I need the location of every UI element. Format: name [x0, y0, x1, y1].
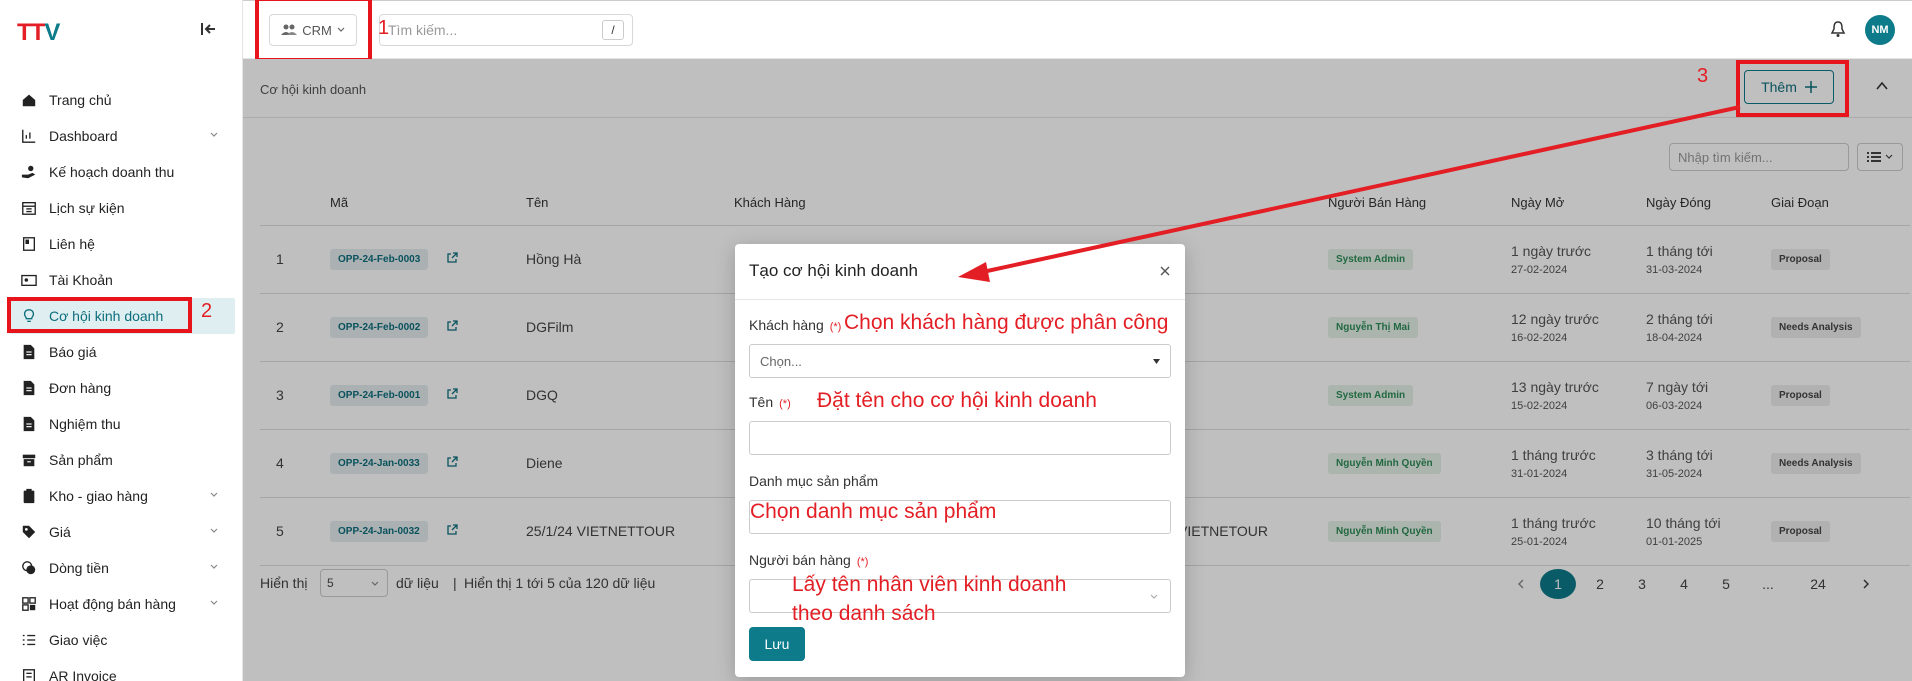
customer-label-text: Khách hàng	[749, 317, 824, 333]
customer-placeholder: Chọn...	[760, 353, 802, 369]
sidebar-item-9[interactable]: Nghiệm thu	[0, 406, 243, 442]
sidebar-item-label: Sản phẩm	[49, 452, 113, 468]
modal-divider	[735, 299, 1185, 300]
invoice-icon	[20, 667, 38, 681]
box-icon	[20, 451, 38, 469]
sidebar-item-label: Trang chủ	[49, 92, 112, 108]
customer-select[interactable]: Chọn...	[749, 344, 1171, 378]
sidebar-item-2[interactable]: Kế hoạch doanh thu	[0, 154, 243, 190]
chevron-down-icon	[210, 132, 218, 137]
sidebar-item-7[interactable]: Báo giá	[0, 334, 243, 370]
name-label-text: Tên	[749, 394, 774, 410]
logo-text-left: TT	[17, 19, 45, 46]
sidebar-item-label: Hoạt động bán hàng	[49, 596, 176, 612]
annotation-box-sidebar	[7, 297, 192, 333]
annotation-customer-note: Chọn khách hàng được phân công	[844, 311, 1169, 334]
global-search-input[interactable]: Tìm kiếm... /	[379, 14, 633, 46]
save-button[interactable]: Lưu	[749, 627, 805, 661]
chevron-down-icon	[210, 600, 218, 605]
required-mark: (*)	[779, 398, 791, 410]
annotation-box-add-button	[1736, 60, 1849, 117]
sidebar-item-1[interactable]: Dashboard	[0, 118, 243, 154]
annotation-seller-note-1: Lấy tên nhân viên kinh doanh	[792, 573, 1067, 596]
sidebar-item-12[interactable]: Giá	[0, 514, 243, 550]
annotation-number-3: 3	[1697, 65, 1709, 87]
task-list-icon	[20, 631, 38, 649]
logo[interactable]: TTV	[17, 19, 60, 47]
customer-label: Khách hàng (*)	[749, 317, 841, 333]
sidebar-item-label: AR Invoice	[49, 668, 117, 681]
annotation-number-2: 2	[201, 300, 213, 322]
contact-book-icon	[20, 235, 38, 253]
chevron-down-icon	[210, 528, 218, 533]
annotation-name-note: Đặt tên cho cơ hội kinh doanh	[817, 389, 1097, 412]
name-input[interactable]	[749, 421, 1171, 455]
close-icon[interactable]	[1158, 264, 1172, 278]
search-placeholder: Tìm kiếm...	[388, 22, 458, 38]
sidebar-item-label: Liên hệ	[49, 236, 95, 252]
document-icon	[20, 379, 38, 397]
annotation-seller-note-2: theo danh sách	[792, 602, 936, 625]
name-label: Tên (*)	[749, 394, 791, 410]
sidebar-item-8[interactable]: Đơn hàng	[0, 370, 243, 406]
sidebar-item-label: Báo giá	[49, 344, 97, 360]
home-icon	[20, 91, 38, 109]
annotation-category-note: Chọn danh mục sản phẩm	[750, 500, 997, 523]
sidebar-item-label: Kế hoạch doanh thu	[49, 164, 175, 180]
sidebar-item-15[interactable]: Giao việc	[0, 622, 243, 658]
chart-icon	[20, 127, 38, 145]
logo-text-right: V	[44, 19, 60, 46]
sidebar-nav: Trang chủ Dashboard Kế hoạch doanh thu Lịch…	[0, 82, 243, 681]
seller-label-text: Người bán hàng	[749, 552, 851, 568]
sidebar-item-16[interactable]: AR Invoice	[0, 658, 243, 681]
bell-icon[interactable]	[1830, 20, 1846, 38]
sidebar-item-label: Lịch sự kiện	[49, 200, 125, 216]
user-avatar[interactable]: NM	[1865, 15, 1895, 45]
modal-title: Tạo cơ hội kinh doanh	[749, 261, 918, 280]
collapse-sidebar-icon[interactable]	[199, 20, 217, 38]
topbar: CRM Tìm kiếm... / NM	[243, 0, 1912, 59]
id-card-icon	[20, 271, 38, 289]
sidebar-item-label: Kho - giao hàng	[49, 488, 148, 504]
grid-icon	[20, 595, 38, 613]
sidebar-item-label: Tài Khoản	[49, 272, 113, 288]
sidebar: TTV Trang chủ Dashboard Kế hoạch doanh thu…	[0, 0, 243, 681]
tag-icon	[20, 523, 38, 541]
caret-down-icon	[1153, 359, 1160, 364]
sidebar-item-4[interactable]: Liên hệ	[0, 226, 243, 262]
document-icon	[20, 415, 38, 433]
sidebar-item-5[interactable]: Tài Khoản	[0, 262, 243, 298]
calendar-icon	[20, 199, 38, 217]
chevron-down-icon	[210, 564, 218, 569]
annotation-box-crm	[255, 0, 372, 62]
seller-label: Người bán hàng (*)	[749, 552, 868, 568]
required-mark: (*)	[829, 321, 842, 333]
sidebar-item-label: Giá	[49, 524, 71, 540]
sidebar-item-13[interactable]: Dòng tiền	[0, 550, 243, 586]
coins-icon	[20, 559, 38, 577]
sidebar-item-label: Đơn hàng	[49, 380, 112, 396]
sidebar-item-10[interactable]: Sản phẩm	[0, 442, 243, 478]
required-mark: (*)	[856, 556, 869, 568]
sidebar-item-11[interactable]: Kho - giao hàng	[0, 478, 243, 514]
annotation-number-1: 1	[378, 17, 390, 39]
chevron-down-icon	[210, 492, 218, 497]
chevron-down-icon	[1150, 594, 1158, 599]
category-label: Danh mục sản phẩm	[749, 473, 879, 489]
sidebar-item-3[interactable]: Lịch sự kiện	[0, 190, 243, 226]
sidebar-item-0[interactable]: Trang chủ	[0, 82, 243, 118]
hand-coin-icon	[20, 163, 38, 181]
sidebar-item-14[interactable]: Hoạt động bán hàng	[0, 586, 243, 622]
sidebar-item-label: Giao việc	[49, 632, 108, 648]
document-icon	[20, 343, 38, 361]
sidebar-item-label: Dòng tiền	[49, 560, 109, 576]
sidebar-item-label: Dashboard	[49, 128, 118, 144]
sidebar-item-label: Nghiệm thu	[49, 416, 121, 432]
clipboard-icon	[20, 487, 38, 505]
search-shortcut-key: /	[602, 20, 624, 40]
